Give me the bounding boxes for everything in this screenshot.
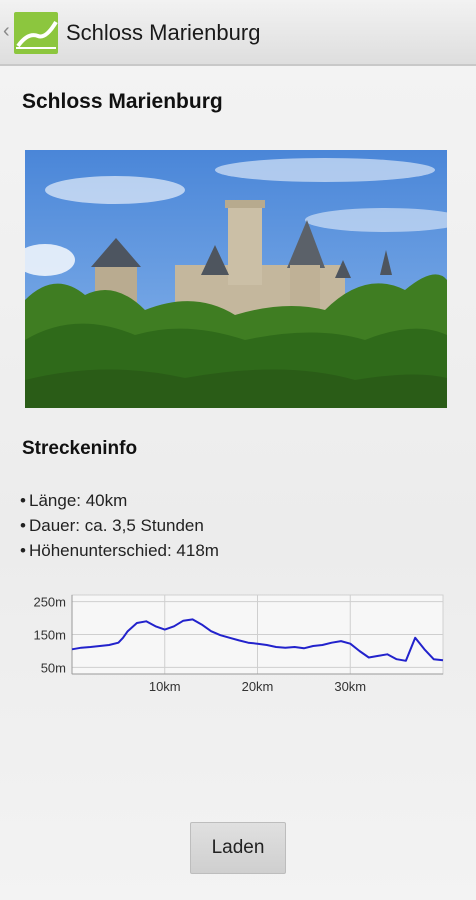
section-title: Streckeninfo <box>22 438 138 459</box>
app-title: Schloss Marienburg <box>66 20 261 45</box>
x-tick-label: 20km <box>242 679 274 694</box>
info-length: • Länge: 40km <box>20 491 128 510</box>
y-tick-label: 50m <box>41 660 66 675</box>
y-tick-label: 150m <box>33 628 66 643</box>
app-logo-icon[interactable] <box>14 12 58 54</box>
x-tick-label: 30km <box>334 679 366 694</box>
x-tick-label: 10km <box>149 679 181 694</box>
page-title: Schloss Marienburg <box>22 90 223 113</box>
back-icon[interactable]: ‹ <box>3 20 10 43</box>
info-elevation: • Höhenunterschied: 418m <box>20 541 219 560</box>
castle-photo <box>25 150 447 408</box>
info-duration: • Dauer: ca. 3,5 Stunden <box>20 516 204 535</box>
route-info-list: • Länge: 40km • Dauer: ca. 3,5 Stunden • Hö… <box>20 488 219 563</box>
elevation-profile-chart: 250m 150m 50m 10km 20km 30km <box>0 590 476 700</box>
action-bar: ‹ Schloss Marienburg <box>0 0 476 66</box>
y-tick-label: 250m <box>33 595 66 610</box>
load-button[interactable]: Laden <box>190 822 286 874</box>
